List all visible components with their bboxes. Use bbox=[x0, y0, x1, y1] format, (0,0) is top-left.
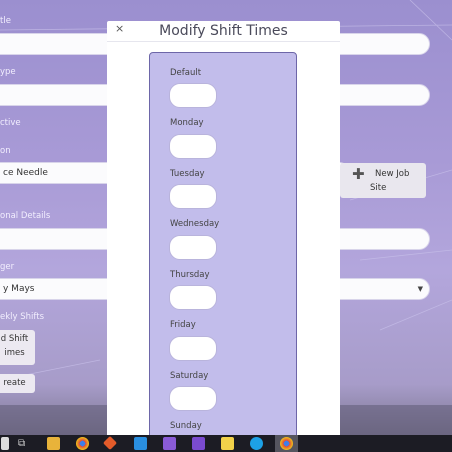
day-label-thursday: Thursday bbox=[170, 270, 210, 280]
default-time-input[interactable] bbox=[169, 83, 217, 108]
modal-divider bbox=[107, 41, 340, 42]
shift-times-panel: Default Monday Tuesday Wednesday Thursda… bbox=[149, 52, 297, 442]
windows-taskbar: ⧉ bbox=[0, 435, 452, 452]
search-box[interactable] bbox=[1, 437, 9, 450]
day-label-friday: Friday bbox=[170, 320, 196, 330]
day-label-saturday: Saturday bbox=[170, 371, 209, 381]
weekly-shifts-label: ekly Shifts bbox=[0, 312, 44, 322]
chrome-icon[interactable] bbox=[76, 437, 89, 450]
additional-details-label: onal Details bbox=[0, 211, 51, 221]
type-label: ype bbox=[0, 67, 16, 77]
visual-studio-icon[interactable] bbox=[163, 437, 176, 450]
wednesday-time-input[interactable] bbox=[169, 235, 217, 260]
git-icon[interactable] bbox=[102, 435, 118, 451]
saturday-time-input[interactable] bbox=[169, 386, 217, 411]
visual-studio-2-icon[interactable] bbox=[192, 437, 205, 450]
new-job-line1: New Job bbox=[375, 169, 410, 179]
file-explorer-icon[interactable] bbox=[47, 437, 60, 450]
tuesday-time-input[interactable] bbox=[169, 184, 217, 209]
skype-icon[interactable] bbox=[250, 437, 263, 450]
thursday-time-input[interactable] bbox=[169, 285, 217, 310]
modal-title: Modify Shift Times bbox=[159, 23, 288, 39]
add-shift-line2: imes bbox=[4, 348, 25, 358]
chrome-active-icon[interactable] bbox=[280, 437, 293, 450]
active-label: ctive bbox=[0, 118, 21, 128]
new-job-site-button[interactable]: ✚ New Job Site bbox=[340, 163, 426, 198]
create-button[interactable]: reate bbox=[0, 374, 35, 393]
day-label-sunday: Sunday bbox=[170, 421, 202, 431]
modify-shift-times-modal: × Modify Shift Times Default Monday Tues… bbox=[107, 21, 340, 442]
day-label-wednesday: Wednesday bbox=[170, 219, 220, 229]
plus-icon: ✚ bbox=[352, 165, 365, 183]
add-shift-times-button[interactable]: d Shift imes bbox=[0, 330, 35, 365]
manager-label: ger bbox=[0, 262, 15, 272]
day-label-monday: Monday bbox=[170, 118, 204, 128]
day-label-default: Default bbox=[170, 68, 202, 78]
manager-value: y Mays bbox=[3, 284, 35, 294]
title-label: tle bbox=[0, 16, 11, 26]
location-label: on bbox=[0, 146, 11, 156]
chevron-down-icon: ▼ bbox=[417, 285, 423, 293]
location-value: ce Needle bbox=[3, 168, 48, 178]
sticky-notes-icon[interactable] bbox=[221, 437, 234, 450]
add-shift-line1: d Shift bbox=[0, 334, 29, 344]
friday-time-input[interactable] bbox=[169, 336, 217, 361]
new-job-line2: Site bbox=[370, 183, 387, 193]
day-label-tuesday: Tuesday bbox=[170, 169, 205, 179]
vscode-icon[interactable] bbox=[134, 437, 147, 450]
task-view-icon[interactable]: ⧉ bbox=[18, 437, 31, 450]
monday-time-input[interactable] bbox=[169, 134, 217, 159]
